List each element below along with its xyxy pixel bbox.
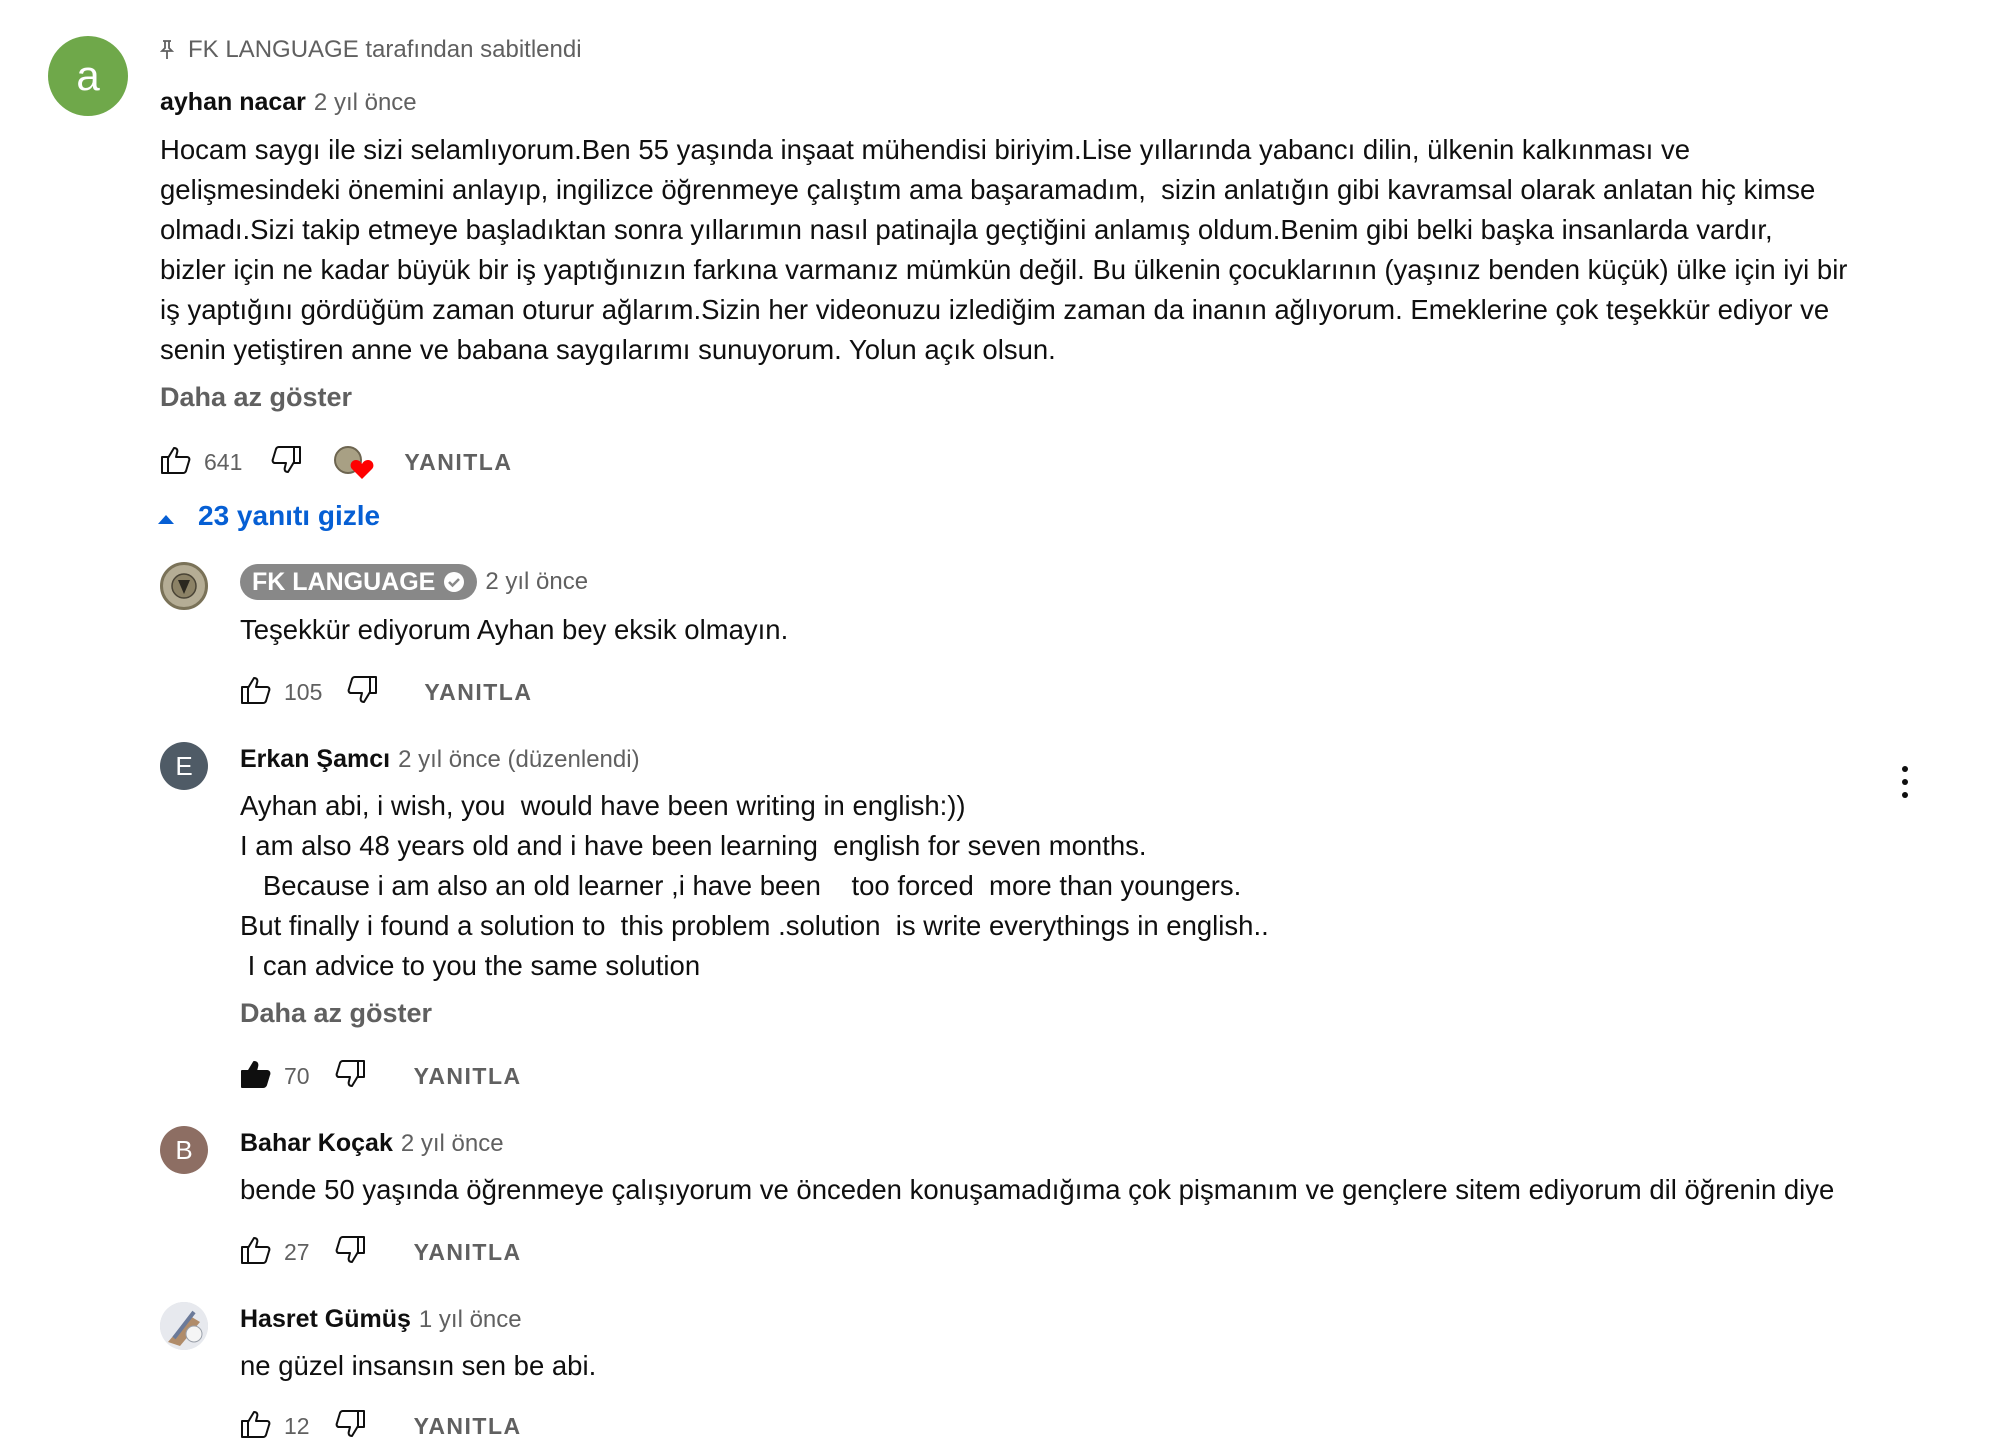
like-button[interactable] xyxy=(236,1232,276,1272)
reply-header: FK LANGUAGE 2 yıl önce xyxy=(240,564,588,600)
show-less-button[interactable]: Daha az göster xyxy=(240,998,432,1029)
author-name[interactable]: Hasret Gümüş xyxy=(240,1305,411,1334)
dislike-button[interactable] xyxy=(342,672,382,712)
author-name[interactable]: Bahar Koçak xyxy=(240,1129,393,1158)
dislike-button[interactable] xyxy=(330,1056,370,1096)
comment-time[interactable]: 2 yıl önce xyxy=(485,568,588,596)
show-less-button[interactable]: Daha az göster xyxy=(160,382,352,413)
creator-heart[interactable] xyxy=(334,442,378,482)
comment-text: Hocam saygı ile sizi selamlıyorum.Ben 55… xyxy=(160,134,1848,365)
avatar-bahar-kocak[interactable]: B xyxy=(160,1126,208,1174)
avatar-ayhan-nacar[interactable]: a xyxy=(48,36,128,116)
thumb-up-icon xyxy=(240,675,272,710)
pinned-by-text: FK LANGUAGE tarafından sabitlendi xyxy=(188,36,582,63)
thumb-up-filled-icon xyxy=(240,1059,272,1094)
like-count: 12 xyxy=(284,1412,310,1439)
comment-time[interactable]: 2 yıl önce xyxy=(401,1130,504,1158)
thumb-up-icon xyxy=(240,1235,272,1270)
thumb-down-icon xyxy=(270,445,302,480)
like-button[interactable] xyxy=(236,1406,276,1446)
reply-header: Bahar Koçak 2 yıl önce xyxy=(240,1129,504,1158)
reply-actions: 27 YANITLA xyxy=(236,1232,522,1272)
reply-button[interactable]: YANITLA xyxy=(414,1239,522,1266)
reply-text: Ayhan abi, i wish, you would have been w… xyxy=(240,790,1269,981)
pin-icon xyxy=(160,40,174,60)
verified-check-icon xyxy=(443,571,465,593)
dislike-button[interactable] xyxy=(330,1406,370,1446)
like-count: 27 xyxy=(284,1238,310,1265)
thumb-down-icon xyxy=(334,1409,366,1444)
like-count: 70 xyxy=(284,1062,310,1089)
reply-actions: 12 YANITLA xyxy=(236,1406,522,1446)
hide-replies-label: 23 yanıtı gizle xyxy=(198,500,381,531)
comment-actions: 641 YANITLA xyxy=(156,442,512,482)
more-vert-icon[interactable] xyxy=(1890,762,1920,802)
comment-header: ayhan nacar 2 yıl önce xyxy=(160,88,417,117)
reply-text: bende 50 yaşında öğrenmeye çalışıyorum v… xyxy=(240,1174,1835,1205)
fk-logo-icon xyxy=(171,573,197,599)
reply-text: ne güzel insansın sen be abi. xyxy=(240,1350,597,1381)
author-name[interactable]: ayhan nacar xyxy=(160,88,306,117)
like-count: 105 xyxy=(284,678,323,705)
comment-time[interactable]: 2 yıl önce (düzenlendi) xyxy=(398,746,639,774)
creator-badge[interactable]: FK LANGUAGE xyxy=(240,564,478,600)
reply-text: Teşekkür ediyorum Ayhan bey eksik olmayı… xyxy=(240,614,789,645)
caret-up-icon xyxy=(156,500,176,532)
avatar-image xyxy=(160,1302,208,1350)
reply-actions: 105 YANITLA xyxy=(236,672,532,712)
reply-header: Hasret Gümüş 1 yıl önce xyxy=(240,1305,522,1334)
avatar-fk-language[interactable] xyxy=(160,562,208,610)
dislike-button[interactable] xyxy=(330,1232,370,1272)
reply-button[interactable]: YANITLA xyxy=(404,449,512,476)
thumb-down-icon xyxy=(334,1059,366,1094)
like-count: 641 xyxy=(204,448,243,475)
thumb-down-icon xyxy=(346,675,378,710)
dislike-button[interactable] xyxy=(266,442,306,482)
thumb-up-icon xyxy=(160,445,192,480)
reply-button[interactable]: YANITLA xyxy=(414,1413,522,1440)
thumb-down-icon xyxy=(334,1235,366,1270)
comment-time[interactable]: 2 yıl önce xyxy=(314,89,417,117)
author-name: FK LANGUAGE xyxy=(252,567,436,596)
author-name[interactable]: Erkan Şamcı xyxy=(240,745,390,774)
like-button[interactable] xyxy=(236,672,276,712)
pinned-label: FK LANGUAGE tarafından sabitlendi xyxy=(160,36,582,64)
reply-button[interactable]: YANITLA xyxy=(414,1063,522,1090)
thumb-up-icon xyxy=(240,1409,272,1444)
avatar-hasret-gumus[interactable] xyxy=(160,1302,208,1350)
hide-replies-button[interactable]: 23 yanıtı gizle xyxy=(156,500,380,532)
reply-button[interactable]: YANITLA xyxy=(424,679,532,706)
like-button[interactable] xyxy=(156,442,196,482)
avatar-erkan-samci[interactable]: E xyxy=(160,742,208,790)
reply-header: Erkan Şamcı 2 yıl önce (düzenlendi) xyxy=(240,745,640,774)
comment-time[interactable]: 1 yıl önce xyxy=(419,1306,522,1334)
creator-heart-icon xyxy=(350,458,374,485)
reply-actions: 70 YANITLA xyxy=(236,1056,522,1096)
like-button-active[interactable] xyxy=(236,1056,276,1096)
